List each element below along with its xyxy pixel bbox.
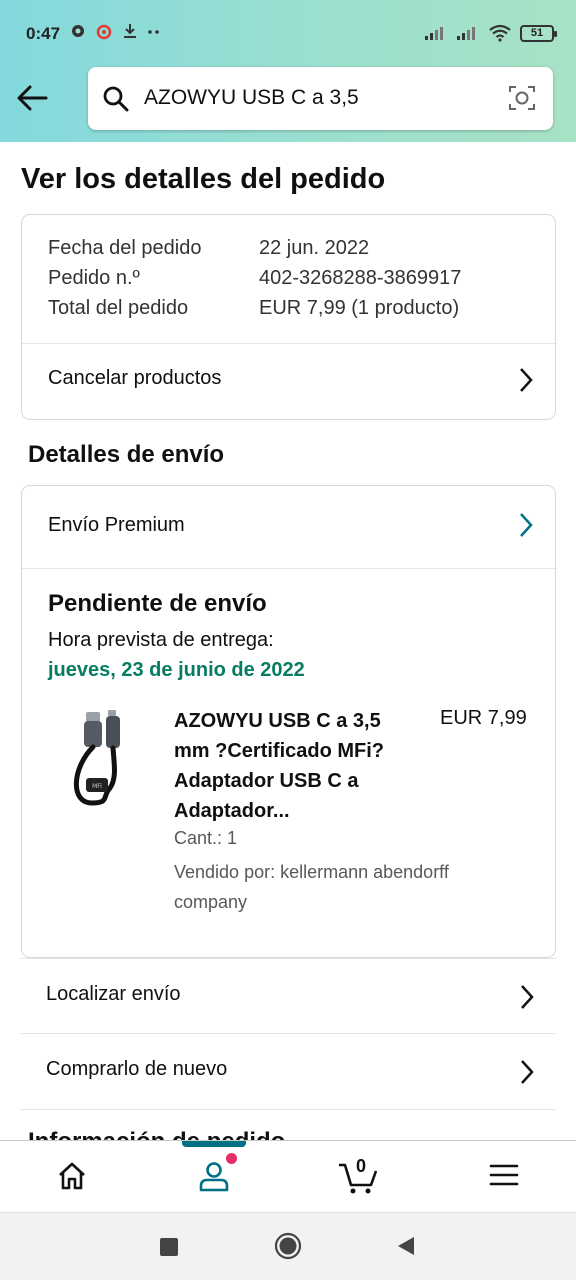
notification-icons <box>70 22 162 40</box>
nav-home[interactable] <box>0 1141 144 1213</box>
order-summary-card: Fecha del pedido 22 jun. 2022 Pedido n.º… <box>21 214 556 420</box>
buy-again-label: Comprarlo de nuevo <box>46 1058 228 1080</box>
download-icon <box>124 24 136 38</box>
product-seller: Vendido por: kellermann abendorff compan… <box>174 862 449 912</box>
shipping-section-title: Detalles de envío <box>28 441 225 468</box>
track-package-button[interactable]: Localizar envío <box>20 958 556 1034</box>
shipping-method-row[interactable]: Envío Premium <box>22 486 555 568</box>
chat-icon <box>72 25 84 37</box>
header-background: 0:47 51 AZOWYU USB C a 3,5 <box>0 0 576 142</box>
divider <box>22 568 555 569</box>
product-title[interactable]: AZOWYU USB C a 3,5 mm ?Certificado MFi? … <box>174 706 414 826</box>
chevron-right-icon <box>521 1060 534 1084</box>
back-button-icon[interactable] <box>396 1235 416 1257</box>
signal-icon <box>425 27 443 40</box>
chevron-right-icon <box>520 513 533 537</box>
recent-apps-icon[interactable] <box>159 1237 179 1257</box>
order-number-value: 402-3268288-3869917 <box>259 267 462 289</box>
page-title: Ver los detalles del pedido <box>21 163 386 195</box>
app-notification-icon <box>96 24 112 40</box>
nav-menu[interactable] <box>432 1141 576 1213</box>
shipment-status: Pendiente de envío <box>48 590 267 617</box>
bottom-navigation: 0 <box>0 1140 576 1212</box>
product-price: EUR 7,99 <box>440 707 527 729</box>
search-icon <box>103 86 129 112</box>
battery-icon: 51 <box>520 24 557 42</box>
chevron-right-icon <box>520 368 533 392</box>
menu-icon <box>489 1164 519 1186</box>
notification-dot <box>226 1153 237 1164</box>
cancel-products-label: Cancelar productos <box>48 367 222 389</box>
system-navigation-bar <box>0 1212 576 1280</box>
order-date-value: 22 jun. 2022 <box>259 237 370 259</box>
account-icon <box>199 1162 229 1192</box>
cancel-products-button[interactable]: Cancelar productos <box>22 344 555 418</box>
cart-count-badge: 0 <box>356 1156 367 1176</box>
order-total-value: EUR 7,99 (1 producto) <box>259 297 460 319</box>
status-time: 0:47 <box>26 24 61 43</box>
wifi-icon <box>489 24 511 42</box>
shipment-card: Envío Premium Pendiente de envío Hora pr… <box>21 485 556 958</box>
order-total-label: Total del pedido <box>48 297 189 319</box>
buy-again-button[interactable]: Comprarlo de nuevo <box>20 1034 556 1110</box>
nav-cart[interactable] <box>286 1141 430 1213</box>
system-icons: 51 <box>424 24 557 42</box>
status-bar: 0:47 51 <box>0 0 576 66</box>
delivery-estimate-date: jueves, 23 de junio de 2022 <box>48 659 305 681</box>
shipping-method-label: Envío Premium <box>48 514 185 536</box>
delivery-estimate-label: Hora prevista de entrega: <box>48 629 274 651</box>
nav-account[interactable] <box>142 1141 286 1213</box>
home-button-icon[interactable] <box>274 1232 302 1260</box>
more-notifications-icon <box>148 30 159 34</box>
order-number-label: Pedido n.º <box>48 267 140 289</box>
chevron-right-icon <box>521 985 534 1009</box>
home-icon <box>59 1162 85 1190</box>
search-bar[interactable]: AZOWYU USB C a 3,5 <box>88 67 553 130</box>
signal-icon-2 <box>457 27 475 40</box>
camera-search-icon[interactable] <box>507 83 537 113</box>
track-package-label: Localizar envío <box>46 983 181 1005</box>
back-arrow-icon[interactable] <box>14 80 50 116</box>
order-date-label: Fecha del pedido <box>48 237 202 259</box>
product-quantity: Cant.: 1 <box>174 828 238 848</box>
svg-text:MFi: MFi <box>92 783 102 790</box>
search-input[interactable]: AZOWYU USB C a 3,5 <box>144 86 359 110</box>
product-thumbnail[interactable]: MFi <box>62 708 132 808</box>
